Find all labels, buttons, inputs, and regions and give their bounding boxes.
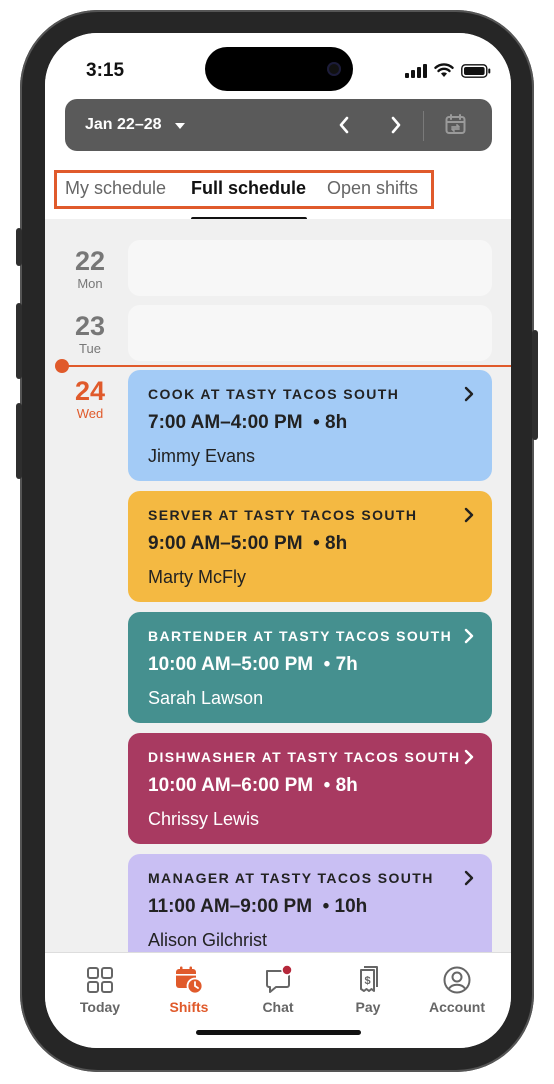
shift-role: BARTENDER AT TASTY TACOS SOUTH <box>148 628 453 644</box>
day-label-mon: 22 Mon <box>54 246 126 292</box>
tab-bar-label: Pay <box>355 999 381 1015</box>
tab-bar-label: Today <box>79 999 121 1015</box>
empty-day-card[interactable] <box>128 240 492 296</box>
week-range-dropdown[interactable]: Jan 22–28 <box>85 116 162 134</box>
shift-time: 11:00 AM–9:00 PM • 10h <box>148 896 368 917</box>
camera-icon <box>327 62 341 76</box>
chevron-right-icon <box>391 116 401 134</box>
cellular-signal-icon <box>405 63 427 78</box>
chevron-right-icon <box>464 749 474 765</box>
shift-role: COOK AT TASTY TACOS SOUTH <box>148 386 400 402</box>
grid-icon <box>87 967 113 993</box>
shift-time: 10:00 AM–5:00 PM • 7h <box>148 654 358 675</box>
next-week-button[interactable] <box>383 112 409 138</box>
shift-person: Chrissy Lewis <box>148 809 260 829</box>
chat-bubble-icon <box>266 964 293 993</box>
shift-card[interactable]: COOK AT TASTY TACOS SOUTH 7:00 AM–4:00 P… <box>128 370 492 481</box>
user-circle-icon <box>443 966 471 994</box>
shift-role: MANAGER AT TASTY TACOS SOUTH <box>148 870 434 886</box>
caret-down-icon[interactable] <box>175 123 185 129</box>
receipt-dollar-icon: $ <box>360 966 378 992</box>
week-selector-bar: Jan 22–28 <box>65 99 492 151</box>
toolbar-divider <box>423 111 424 141</box>
day-name: Mon <box>77 276 103 291</box>
dynamic-island <box>205 47 353 91</box>
status-bar: 3:15 <box>45 33 511 97</box>
status-time: 3:15 <box>86 60 125 81</box>
power-button <box>532 330 538 440</box>
status-icons <box>405 63 491 78</box>
shift-card[interactable]: MANAGER AT TASTY TACOS SOUTH 11:00 AM–9:… <box>128 854 492 965</box>
shift-time: 9:00 AM–5:00 PM • 8h <box>148 533 348 554</box>
tab-full-schedule[interactable]: Full schedule <box>191 178 306 199</box>
day-name: Wed <box>76 406 104 421</box>
schedule-list: 22 Mon 23 Tue 24 Wed COOK AT TASTY TACOS… <box>45 219 511 965</box>
tab-bar-account[interactable]: Account <box>417 965 497 1015</box>
calendar-sync-icon <box>445 114 466 134</box>
shift-card[interactable]: DISHWASHER AT TASTY TACOS SOUTH 10:00 AM… <box>128 733 492 844</box>
shift-card[interactable]: BARTENDER AT TASTY TACOS SOUTH 10:00 AM–… <box>128 612 492 723</box>
current-time-dot <box>55 359 69 373</box>
current-time-line <box>61 365 511 367</box>
day-number: 22 <box>74 246 106 276</box>
mute-switch <box>16 228 22 266</box>
day-name: Tue <box>79 341 101 356</box>
shift-person: Sarah Lawson <box>148 688 264 708</box>
chevron-right-icon <box>464 628 474 644</box>
screen: 3:15 Jan 22–28 My schedule Full schedule… <box>45 33 511 1048</box>
tab-bar-label: Chat <box>262 999 294 1015</box>
chevron-right-icon <box>464 870 474 886</box>
shift-time: 10:00 AM–6:00 PM • 8h <box>148 775 358 796</box>
shift-person: Marty McFly <box>148 567 246 587</box>
tab-my-schedule[interactable]: My schedule <box>65 178 166 199</box>
tab-bar-today[interactable]: Today <box>60 965 140 1015</box>
wifi-icon <box>434 63 454 77</box>
tab-bar-shifts[interactable]: Shifts <box>149 965 229 1015</box>
shift-person: Jimmy Evans <box>148 446 256 466</box>
shift-role: SERVER AT TASTY TACOS SOUTH <box>148 507 418 523</box>
shift-card[interactable]: SERVER AT TASTY TACOS SOUTH 9:00 AM–5:00… <box>128 491 492 602</box>
tab-bar-chat[interactable]: Chat <box>238 964 318 1015</box>
day-label-wed: 24 Wed <box>54 376 126 422</box>
day-number: 23 <box>74 311 106 341</box>
shift-person: Alison Gilchrist <box>148 930 268 950</box>
svg-text:$: $ <box>364 975 370 987</box>
empty-day-card[interactable] <box>128 305 492 361</box>
battery-icon <box>461 63 491 78</box>
home-indicator <box>196 1030 361 1035</box>
calendar-clock-icon <box>176 966 204 995</box>
previous-week-button[interactable] <box>331 112 357 138</box>
chevron-right-icon <box>464 386 474 402</box>
chevron-left-icon <box>339 116 349 134</box>
volume-down-button <box>16 403 22 479</box>
tab-open-shifts[interactable]: Open shifts <box>327 178 418 199</box>
tab-bar-label: Account <box>429 999 485 1015</box>
schedule-header: Jan 22–28 My schedule Full schedule Open… <box>45 97 511 221</box>
shift-time: 7:00 AM–4:00 PM • 8h <box>148 412 348 433</box>
chevron-right-icon <box>464 507 474 523</box>
calendar-sync-button[interactable] <box>443 112 469 138</box>
day-label-tue: 23 Tue <box>54 311 126 357</box>
shift-role: DISHWASHER AT TASTY TACOS SOUTH <box>148 749 461 765</box>
tab-bar-label: Shifts <box>169 999 209 1015</box>
volume-up-button <box>16 303 22 379</box>
day-number: 24 <box>74 376 106 406</box>
tab-bar-pay[interactable]: $ Pay <box>328 965 408 1015</box>
